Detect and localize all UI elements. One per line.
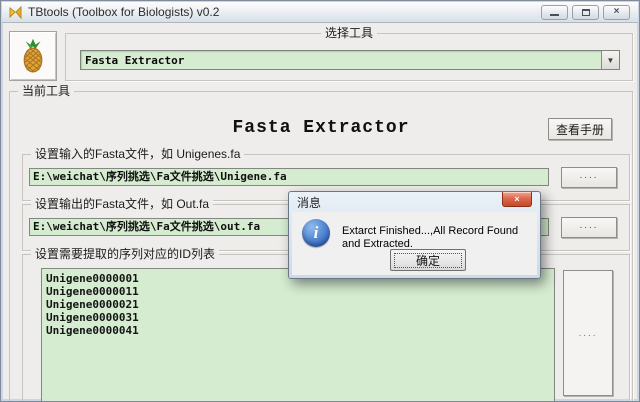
pineapple-logo-button[interactable] (9, 31, 57, 81)
dialog-close-icon: × (514, 193, 520, 204)
tool-combobox-value: Fasta Extractor (85, 53, 185, 67)
ok-button[interactable]: 确定 (390, 249, 466, 271)
output-browse-button[interactable]: .... (561, 217, 617, 238)
window-title: TBtools (Toolbox for Biologists) v0.2 (28, 5, 220, 19)
tool-combobox[interactable]: Fasta Extractor ▼ (80, 50, 620, 70)
maximize-button[interactable] (572, 4, 599, 20)
id-list-legend: 设置需要提取的序列对应的ID列表 (31, 247, 220, 261)
app-logo-icon (8, 5, 23, 20)
window-controls: × (541, 4, 630, 20)
tool-selector-group: 选择工具 Fasta Extractor ▼ (65, 26, 633, 81)
id-list-line: Unigene0000031 (46, 311, 139, 324)
titlebar[interactable]: TBtools (Toolbox for Biologists) v0.2 × (2, 2, 638, 23)
ok-button-label: 确定 (394, 252, 462, 268)
minimize-button[interactable] (541, 4, 568, 20)
dialog-title: 消息 (297, 195, 322, 210)
dialog-message: Extarct Finished...,All Record Found and… (342, 225, 519, 250)
tool-selector-legend: 选择工具 (320, 26, 378, 40)
info-icon: i (302, 219, 330, 247)
close-button[interactable]: × (603, 4, 630, 20)
input-fasta-field[interactable]: E:\weichat\序列挑选\Fa文件挑选\Unigene.fa (29, 168, 549, 186)
view-manual-button[interactable]: 查看手册 (548, 118, 612, 140)
id-list-line: Unigene0000021 (46, 298, 139, 311)
id-list-browse-button[interactable]: .... (563, 270, 613, 396)
chevron-down-icon[interactable]: ▼ (601, 51, 619, 69)
message-dialog: 消息 × i Extarct Finished...,All Record Fo… (288, 191, 541, 279)
input-browse-button[interactable]: .... (561, 167, 617, 188)
input-fasta-legend: 设置输入的Fasta文件，如 Unigenes.fa (31, 147, 245, 161)
current-tool-legend: 当前工具 (18, 84, 75, 98)
maximize-icon (581, 8, 590, 16)
id-list-line: Unigene0000041 (46, 324, 139, 337)
id-list-textarea[interactable]: Unigene0000001 Unigene0000011 Unigene000… (41, 268, 555, 401)
dialog-close-button[interactable]: × (502, 192, 532, 207)
dialog-body: i Extarct Finished...,All Record Found a… (292, 212, 537, 275)
tool-heading: Fasta Extractor (232, 118, 410, 138)
dialog-titlebar[interactable]: 消息 × (289, 192, 540, 212)
close-icon: × (613, 6, 620, 17)
minimize-icon (550, 13, 559, 16)
app-window: TBtools (Toolbox for Biologists) v0.2 × … (0, 0, 640, 402)
output-fasta-legend: 设置输出的Fasta文件，如 Out.fa (31, 197, 214, 211)
pineapple-icon (18, 36, 48, 77)
id-list-line: Unigene0000011 (46, 285, 139, 298)
